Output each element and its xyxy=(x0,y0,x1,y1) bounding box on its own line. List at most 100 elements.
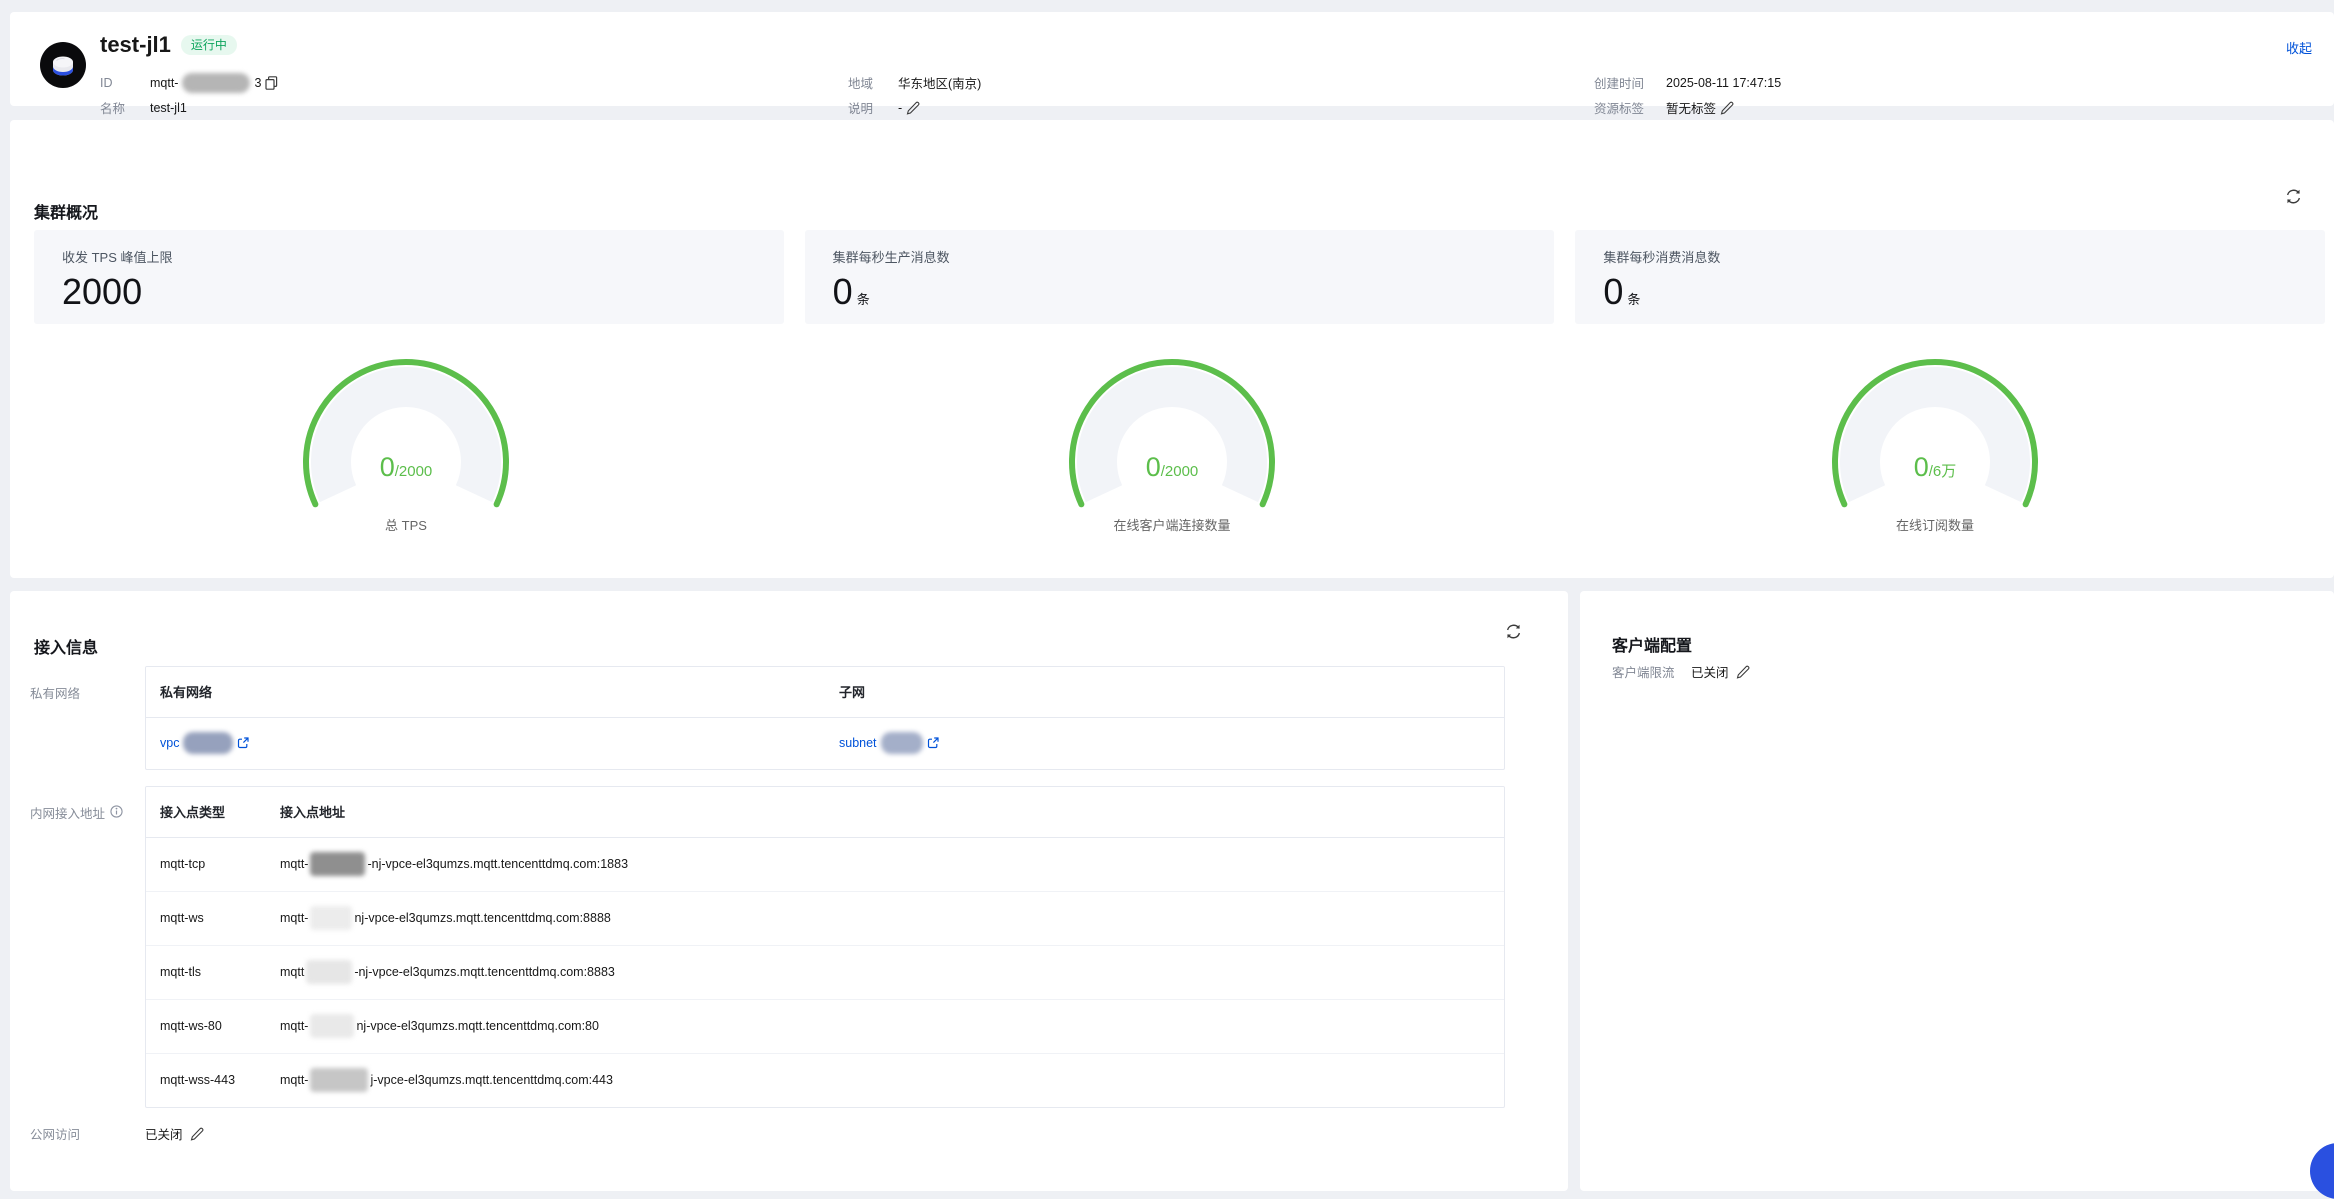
svg-text:0/2000: 0/2000 xyxy=(380,452,433,482)
stat-value: 2000 xyxy=(62,271,142,312)
created-time-value: 2025-08-11 17:47:15 xyxy=(1666,76,1781,90)
external-link-icon xyxy=(237,737,249,749)
table-row: mqtt-ws mqtt-nj-vpce-el3qumzs.mqtt.tence… xyxy=(146,891,1504,945)
edit-pencil-icon[interactable] xyxy=(1720,101,1734,115)
gauge-label: 在线客户端连接数量 xyxy=(1062,515,1282,534)
header-info-col-1: ID mqtt- 3 名称 test-jl1 xyxy=(100,70,278,120)
stat-card-produce-rate: 集群每秒生产消息数 0条 xyxy=(805,230,1555,324)
info-circle-icon[interactable] xyxy=(110,805,123,818)
client-rate-limit-value: 已关闭 xyxy=(1691,662,1729,681)
cluster-id-row: ID mqtt- 3 xyxy=(100,70,278,95)
masked-text xyxy=(881,732,923,754)
stat-value: 0 xyxy=(833,271,853,312)
resource-tags-value: 暂无标签 xyxy=(1666,98,1716,117)
svg-text:0/2000: 0/2000 xyxy=(1146,452,1199,482)
masked-text xyxy=(310,1014,354,1038)
masked-text xyxy=(310,1068,368,1092)
stat-card-tps-limit: 收发 TPS 峰值上限 2000 xyxy=(34,230,784,324)
resource-tags-label: 资源标签 xyxy=(1594,98,1666,117)
stat-unit: 条 xyxy=(857,292,870,307)
masked-text xyxy=(310,906,352,930)
gauge-chart: 0/2000 xyxy=(296,358,516,508)
client-config-card: 客户端配置 客户端限流 已关闭 xyxy=(1580,591,2334,1191)
external-link-icon xyxy=(927,737,939,749)
table-row: vpc subnet xyxy=(146,717,1504,769)
access-info-card: 接入信息 私有网络 私有网络 子网 xyxy=(10,591,1568,1191)
name-label: 名称 xyxy=(100,98,150,117)
public-access-label: 公网访问 xyxy=(30,1124,145,1143)
overview-stats-row: 收发 TPS 峰值上限 2000 集群每秒生产消息数 0条 集群每秒消费消息数 … xyxy=(34,230,2325,324)
table-row: mqtt-tls mqtt-nj-vpce-el3qumzs.mqtt.tenc… xyxy=(146,945,1504,999)
vpc-field-label: 私有网络 xyxy=(30,666,145,770)
stat-card-consume-rate: 集群每秒消费消息数 0条 xyxy=(1575,230,2325,324)
refresh-icon[interactable] xyxy=(2285,188,2302,208)
cluster-avatar-icon xyxy=(40,42,86,88)
endpoint-field: 内网接入地址 接入点类型 接入点地址 mqtt-tcp xyxy=(30,786,1505,1108)
region-row: 地域 华东地区(南京) xyxy=(848,70,981,95)
vpc-link[interactable]: vpc xyxy=(160,732,249,754)
table-row: mqtt-wss-443 mqtt-j-vpce-el3qumzs.mqtt.t… xyxy=(146,1053,1504,1107)
header-info-col-2: 地域 华东地区(南京) 说明 - xyxy=(848,70,981,120)
id-value-suffix: 3 xyxy=(254,76,261,90)
table-row: mqtt-tcp mqtt--nj-vpce-el3qumzs.mqtt.ten… xyxy=(146,837,1504,891)
gauge-label: 在线订阅数量 xyxy=(1825,515,2045,534)
subnet-link[interactable]: subnet xyxy=(839,732,939,754)
public-access-value: 已关闭 xyxy=(145,1124,183,1143)
edit-pencil-icon[interactable] xyxy=(906,101,920,115)
page-title: test-jl1 xyxy=(100,32,171,58)
masked-text xyxy=(183,732,233,754)
region-value: 华东地区(南京) xyxy=(898,73,981,92)
created-time-label: 创建时间 xyxy=(1594,73,1666,92)
stat-label: 集群每秒生产消息数 xyxy=(833,247,1527,266)
gauge-chart: 0/6万 xyxy=(1825,358,2045,508)
stat-label: 收发 TPS 峰值上限 xyxy=(62,247,756,266)
stat-value: 0 xyxy=(1603,271,1623,312)
endpoint-table: 接入点类型 接入点地址 mqtt-tcp mqtt--nj-vpce-el3qu… xyxy=(145,786,1505,1108)
endpoint-type: mqtt-ws xyxy=(146,891,266,945)
vpc-field: 私有网络 私有网络 子网 vpc xyxy=(30,666,1505,770)
region-label: 地域 xyxy=(848,73,898,92)
name-value: test-jl1 xyxy=(150,101,187,115)
gauge-online-subscriptions: 0/6万 在线订阅数量 xyxy=(1825,358,2045,534)
edit-pencil-icon[interactable] xyxy=(190,1127,204,1141)
id-value-prefix: mqtt- xyxy=(150,76,178,90)
vpc-table: 私有网络 子网 vpc xyxy=(145,666,1505,770)
cluster-name-row: 名称 test-jl1 xyxy=(100,95,278,120)
created-time-row: 创建时间 2025-08-11 17:47:15 xyxy=(1594,70,1781,95)
description-value: - xyxy=(898,101,902,115)
endpoint-type-column-header: 接入点类型 xyxy=(146,787,266,837)
stat-unit: 条 xyxy=(1627,292,1640,307)
stat-label: 集群每秒消费消息数 xyxy=(1603,247,2297,266)
id-label: ID xyxy=(100,76,150,90)
client-rate-limit-label: 客户端限流 xyxy=(1612,662,1691,681)
endpoint-type: mqtt-tls xyxy=(146,945,266,999)
masked-text xyxy=(182,73,250,93)
overview-section-title: 集群概况 xyxy=(34,199,98,223)
endpoint-type: mqtt-tcp xyxy=(146,837,266,891)
gauge-chart: 0/2000 xyxy=(1062,358,1282,508)
svg-text:0/6万: 0/6万 xyxy=(1914,452,1957,482)
cluster-header-card: 收起 test-jl1 运行中 ID mqtt-3 名称 test-jl1 地域 xyxy=(10,12,2334,106)
cluster-overview-card: 集群概况 收发 TPS 峰值上限 2000 集群每秒生产消息数 0条 集群每秒消… xyxy=(10,120,2334,578)
client-config-section-title: 客户端配置 xyxy=(1612,632,1692,656)
edit-pencil-icon[interactable] xyxy=(1736,665,1750,679)
table-row: mqtt-ws-80 mqtt-nj-vpce-el3qumzs.mqtt.te… xyxy=(146,999,1504,1053)
description-label: 说明 xyxy=(848,98,898,117)
access-section-title: 接入信息 xyxy=(34,634,98,658)
endpoint-type: mqtt-wss-443 xyxy=(146,1053,266,1107)
description-row: 说明 - xyxy=(848,95,981,120)
vpc-column-header: 私有网络 xyxy=(146,667,825,717)
masked-text xyxy=(310,852,365,876)
masked-text xyxy=(306,960,352,984)
endpoint-address-column-header: 接入点地址 xyxy=(266,787,1504,837)
endpoint-type: mqtt-ws-80 xyxy=(146,999,266,1053)
collapse-link[interactable]: 收起 xyxy=(2286,38,2312,57)
refresh-icon[interactable] xyxy=(1505,623,1522,643)
copy-icon[interactable] xyxy=(265,76,278,90)
gauge-total-tps: 0/2000 总 TPS xyxy=(296,358,516,534)
header-info-col-3: 创建时间 2025-08-11 17:47:15 资源标签 暂无标签 xyxy=(1594,70,1781,120)
endpoint-field-label: 内网接入地址 xyxy=(30,786,145,1108)
public-access-field: 公网访问 已关闭 xyxy=(30,1124,1505,1143)
subnet-column-header: 子网 xyxy=(825,667,1504,717)
client-rate-limit-row: 客户端限流 已关闭 xyxy=(1612,662,1750,681)
